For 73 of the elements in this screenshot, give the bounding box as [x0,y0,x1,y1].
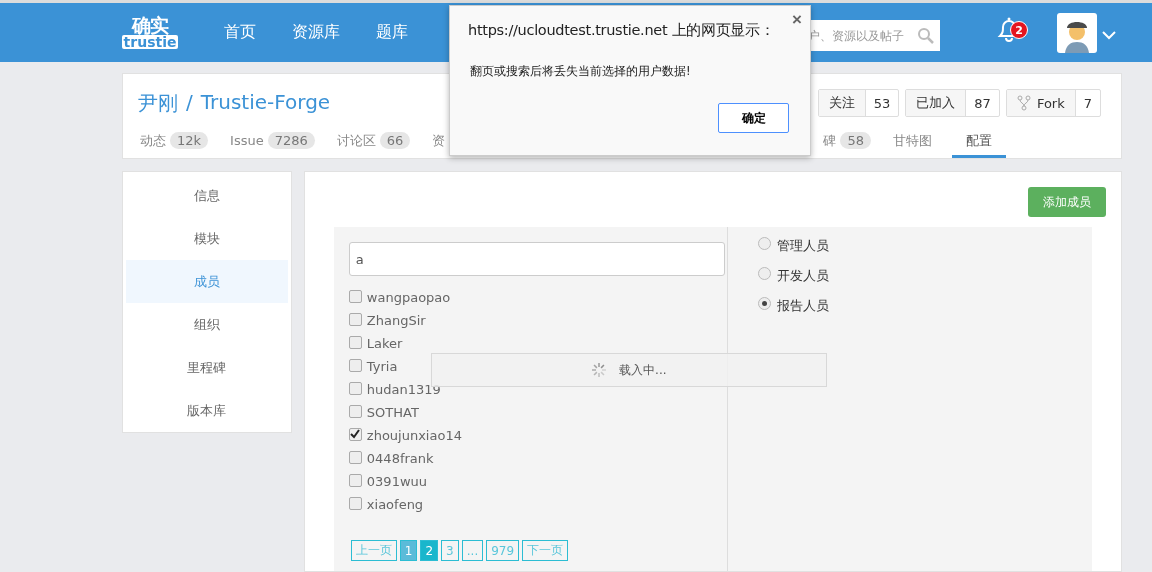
check-icon [350,429,361,439]
role-label: 管理人员 [776,237,829,255]
user-name: wangpaopao [366,290,451,305]
checkbox[interactable] [348,335,362,349]
sidebar-item[interactable]: 模块 [126,217,288,260]
fork-icon [1016,95,1031,111]
spinner-icon [591,362,608,378]
count-label: 87 [973,94,992,113]
sidebar-item[interactable]: 里程碑 [126,346,288,389]
nav-link[interactable]: 资源库 [292,22,340,43]
count-badge: 66 [379,132,411,149]
sidebar-item[interactable]: 成员 [126,260,288,303]
user-name: xiaofeng [366,497,424,512]
close-button[interactable]: × [792,10,802,30]
checkbox[interactable] [348,473,362,487]
action-button[interactable]: 已加入 [906,90,967,116]
fork-button[interactable]: Fork [1006,90,1076,116]
path-separator: / [186,90,193,116]
checkbox[interactable] [348,404,362,418]
project-name[interactable]: Trustie-Forge [200,90,331,117]
ok-button[interactable]: 确定 [718,103,789,133]
logo-mark: 确实 [132,16,168,35]
nav-link[interactable]: 题库 [376,22,408,43]
logo-wordmark: trustie [121,35,179,49]
checkbox[interactable] [348,427,362,441]
avatar-icon [1057,13,1097,53]
caret-icon [1102,31,1116,40]
tab[interactable]: 碑 58 [821,126,873,158]
count-label: 7 [1082,94,1093,113]
sidebar-item[interactable]: 版本库 [126,389,288,432]
user-name: Laker [366,336,403,351]
tab[interactable]: 讨论区 66 [334,126,413,158]
dialog-title: https://ucloudtest.trustie.net 上的网页显示： [468,21,775,40]
count-badge: 58 [840,132,871,149]
owner-link[interactable]: 尹刚 [138,90,178,117]
nav-link[interactable]: 首页 [224,22,256,43]
radio-button[interactable] [757,236,771,250]
tab[interactable]: 资 [430,126,448,158]
tab[interactable]: 配置 [952,126,1006,158]
count-badge: 7286 [267,132,315,149]
count-label: 53 [872,94,892,113]
tab[interactable]: 动态 12k [138,126,211,158]
tab[interactable]: Issue 7286 [228,126,317,158]
checkbox[interactable] [348,289,362,303]
search-field[interactable]: a [348,242,725,276]
search-icon [917,27,934,44]
checkbox[interactable] [348,381,362,395]
user-name: SOTHAT [366,405,419,420]
action-button[interactable]: 关注 [818,90,866,116]
notification-badge: 2 [1010,21,1028,39]
checkbox[interactable] [348,450,362,464]
role-label: 报告人员 [776,297,829,315]
page-button[interactable]: 2 [420,540,439,561]
user-name: 0391wuu [366,474,428,489]
radio-button[interactable] [757,296,771,310]
radio-button[interactable] [757,266,771,280]
sidebar-item[interactable]: 组织 [126,303,288,346]
user-name: zhoujunxiao14 [366,428,462,443]
logo[interactable]: 确实 trustie [124,16,176,49]
user-name: 0448frank [366,451,434,466]
checkbox[interactable] [348,312,362,326]
page-button[interactable]: 1 [399,540,418,561]
loading-overlay: 载入中... [430,353,827,387]
count-badge: 12k [170,132,209,149]
dialog-message: 翻页或搜索后将丢失当前选择的用户数据! [470,64,691,79]
checkbox[interactable] [348,358,362,372]
sidebar-item[interactable]: 信息 [126,174,288,217]
add-member-button[interactable]: 添加成员 [1028,187,1106,217]
user-name: Tyria [366,359,398,374]
tab[interactable]: 甘特图 [891,126,934,158]
user-name: ZhangSir [366,313,426,328]
role-label: 开发人员 [776,267,829,285]
checkbox[interactable] [348,496,362,510]
